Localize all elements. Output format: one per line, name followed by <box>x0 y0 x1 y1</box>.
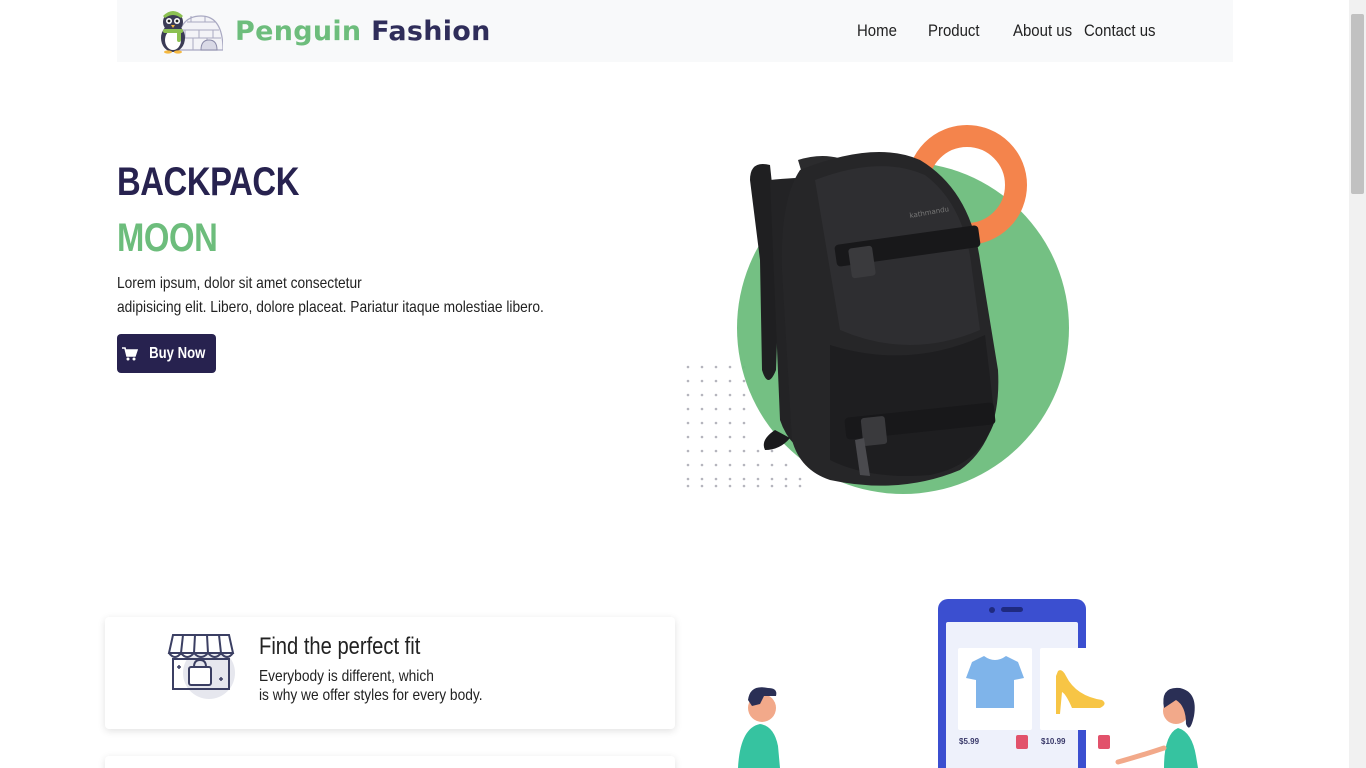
hero-desc-line2: adipisicing elit. Libero, dolore placeat… <box>117 299 544 316</box>
feature-text: Everybody is different, which is why we o… <box>259 667 483 705</box>
feature-card-2 <box>105 756 675 768</box>
brand-name-part1: Penguin <box>235 15 362 47</box>
woman-figure <box>1115 687 1198 768</box>
hero-subtitle: MOON <box>117 216 218 260</box>
feature-text-line1: Everybody is different, which <box>259 668 434 685</box>
scrollbar-thumb[interactable] <box>1351 14 1364 194</box>
price-label-shoe: $10.99 <box>1041 737 1066 746</box>
nav-link-contact[interactable]: Contact us <box>1084 21 1156 41</box>
nav-link-about[interactable]: About us <box>1013 21 1072 41</box>
nav-link-home[interactable]: Home <box>857 21 897 41</box>
hero-title: BACKPACK <box>117 160 299 204</box>
hero-description: Lorem ipsum, dolor sit amet consectetur a… <box>117 272 544 320</box>
nav-links: Home Product About us Contact us <box>857 0 1165 62</box>
nav-link-product[interactable]: Product <box>928 21 980 41</box>
price-label-tshirt: $5.99 <box>959 737 980 746</box>
feature-text-line2: is why we offer styles for every body. <box>259 687 483 704</box>
buy-now-label: Buy Now <box>148 344 206 362</box>
online-shopping-illustration: $5.99 $10.99 <box>720 596 1220 768</box>
navbar: Penguin Fashion Home Product About us Co… <box>117 0 1233 62</box>
hero-desc-line1: Lorem ipsum, dolor sit amet consectetur <box>117 275 362 292</box>
store-icon <box>167 634 235 699</box>
page-scrollbar[interactable] <box>1349 0 1366 768</box>
brand-name-part2: Fashion <box>371 15 491 47</box>
brand-name: Penguin Fashion <box>235 16 491 47</box>
penguin-igloo-logo-icon <box>161 11 223 54</box>
man-figure <box>738 687 780 768</box>
backpack-hero-image: kathmandu <box>686 125 1069 494</box>
feature-title: Find the perfect fit <box>259 633 421 660</box>
buy-now-button[interactable]: Buy Now <box>117 334 216 373</box>
cart-icon <box>121 346 138 360</box>
brand-logo[interactable]: Penguin Fashion <box>157 8 491 54</box>
feature-card: Find the perfect fit Everybody is differ… <box>105 617 675 729</box>
